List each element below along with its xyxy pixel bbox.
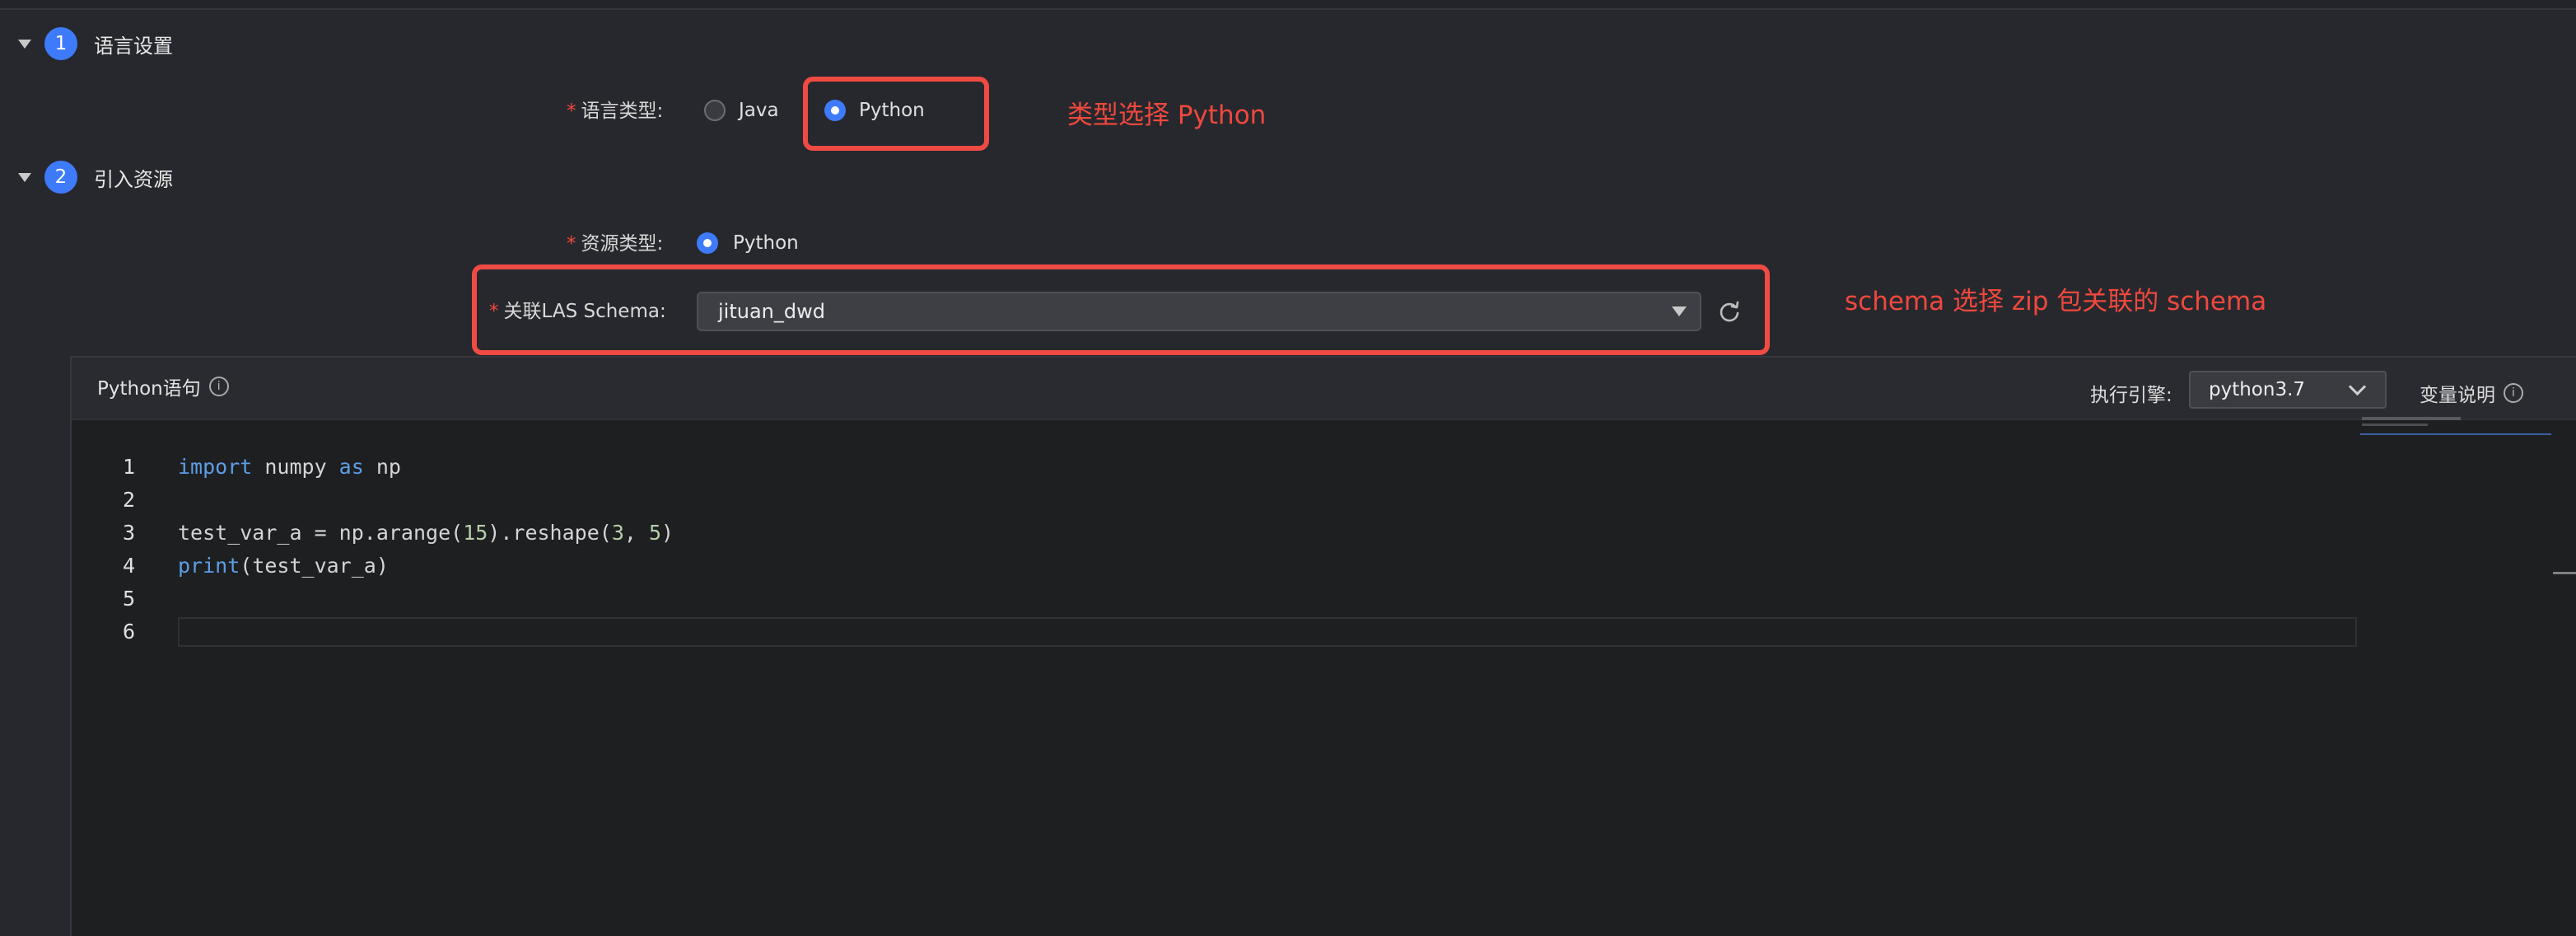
chevron-down-icon[interactable] [2348,377,2367,396]
radio-python-label[interactable]: Python [859,100,925,121]
line-number: 3 [122,521,135,545]
scrollbar-marker[interactable] [2553,572,2576,574]
radio-resource-python-label[interactable]: Python [733,232,799,254]
current-line-highlight [178,617,2357,647]
radio-java-label[interactable]: Java [739,100,779,121]
minimap-viewport[interactable] [2360,433,2551,435]
engine-value: python3.7 [2209,379,2306,400]
line-number: 1 [122,455,135,479]
code-line-4[interactable]: print(test_var_a) [178,554,389,578]
radio-java[interactable]: Java [704,92,779,129]
editor-title-text: Python语句 [97,378,201,400]
code-number: 5 [648,521,662,545]
code-text: numpy [252,455,339,479]
las-schema-label: * 关联LAS Schema: [489,299,666,324]
line-number: 4 [122,554,135,578]
radio-python-circle[interactable] [824,100,846,121]
caret-down-icon[interactable] [1672,307,1687,316]
info-icon[interactable]: i [2504,383,2523,403]
code-number: 15 [463,521,488,545]
language-type-label: * 语言类型: [567,99,663,124]
required-mark: * [567,233,576,255]
las-schema-select[interactable]: jituan_dwd [697,292,1701,331]
radio-resource-python[interactable]: Python [697,225,799,261]
resource-type-label: * 资源类型: [567,232,663,256]
resource-type-label-text: 资源类型: [581,233,664,255]
radio-python[interactable]: Python [824,92,925,129]
caret-down-icon[interactable] [18,172,31,182]
editor-title: Python语句 i [97,372,229,400]
top-divider [0,0,2576,10]
engine-select[interactable]: python3.7 [2189,371,2387,409]
annotation-language: 类型选择 Python [1067,101,1267,130]
section-language-settings[interactable]: 1 语言设置 [16,26,173,62]
required-mark: * [567,101,576,122]
engine-label: 执行引擎: [2090,385,2172,406]
code-line-3[interactable]: test_var_a = np.arange(15).reshape(3, 5) [178,521,674,545]
line-number: 2 [122,488,135,512]
code-function: print [178,554,240,578]
section-title: 引入资源 [94,167,173,191]
code-keyword: as [338,455,364,479]
line-number: 5 [122,587,135,611]
code-text: np [363,455,401,479]
variable-help-link[interactable]: 变量说明 i [2420,379,2523,407]
code-text: ) [661,521,674,545]
code-line-1[interactable]: import numpy as np [178,455,401,479]
step-number: 2 [44,161,77,194]
code-text: test_var_a = np.arange( [178,521,464,545]
section-import-resources[interactable]: 2 引入资源 [16,159,173,195]
step-number: 1 [44,27,77,60]
radio-resource-python-circle[interactable] [697,232,718,254]
minimap-preview[interactable] [2362,424,2428,426]
caret-down-icon[interactable] [18,39,31,49]
language-type-label-text: 语言类型: [581,101,664,122]
code-keyword: import [178,455,253,479]
code-text: (test_var_a) [240,554,389,578]
radio-java-circle[interactable] [704,100,726,121]
las-schema-value: jituan_dwd [718,300,825,323]
code-text: , [623,521,649,545]
info-icon[interactable]: i [208,377,229,396]
las-schema-label-text: 关联LAS Schema: [503,301,666,322]
required-mark: * [489,301,499,322]
variable-help-text[interactable]: 变量说明 [2420,379,2495,407]
refresh-icon[interactable] [1718,300,1741,323]
annotation-schema: schema 选择 zip 包关联的 schema [1845,287,2267,316]
minimap-preview[interactable] [2362,417,2461,420]
section-title: 语言设置 [94,34,173,58]
line-number: 6 [122,620,135,644]
code-number: 3 [611,521,624,545]
code-text: ).reshape( [488,521,612,545]
